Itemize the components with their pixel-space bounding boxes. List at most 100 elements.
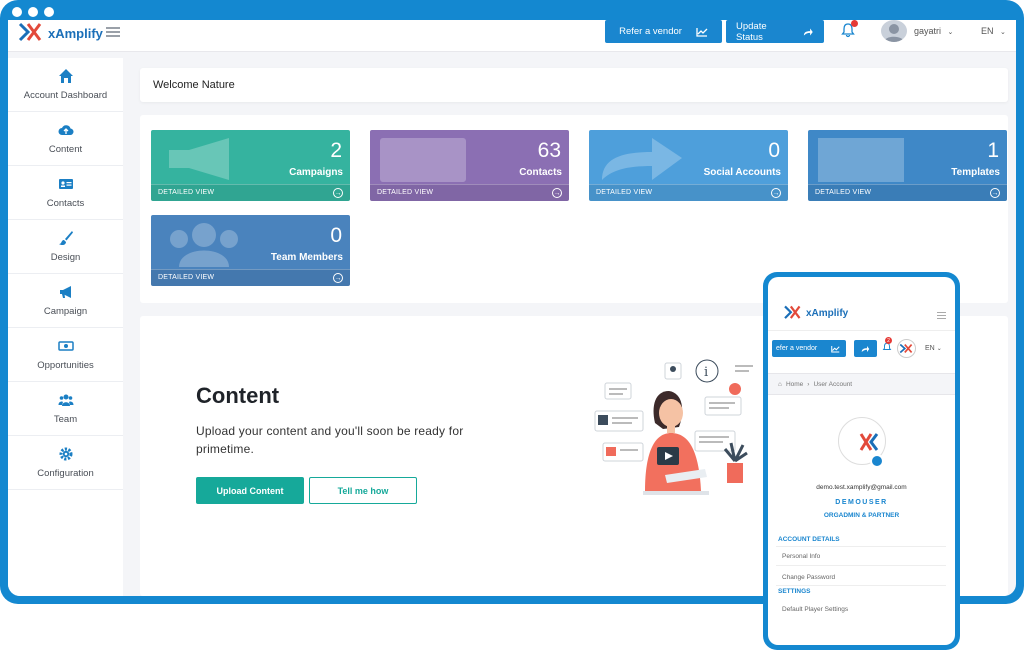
user-menu[interactable]: gayatri ⌄ <box>914 26 953 36</box>
tell-me-how-button[interactable]: Tell me how <box>309 477 417 504</box>
chart-line-icon <box>696 27 708 37</box>
mobile-language-select[interactable]: EN ⌄ <box>925 345 942 352</box>
address-card-icon <box>380 138 466 182</box>
stat-label: Contacts <box>519 167 562 178</box>
detailed-view-link: DETAILED VIEW <box>158 189 215 196</box>
user-silhouette-icon <box>884 24 904 42</box>
detailed-view-link: DETAILED VIEW <box>596 189 653 196</box>
arrow-circle-right-icon: → <box>990 188 1000 198</box>
change-password-link[interactable]: Change Password <box>778 574 948 581</box>
default-player-settings-link[interactable]: Default Player Settings <box>778 606 948 613</box>
xamplify-logo-icon <box>18 22 42 42</box>
mobile-device-frame: xAmplify efer a vendor 2 EN ⌄ ⌂ Home › U… <box>763 272 960 650</box>
upload-content-button[interactable]: Upload Content <box>196 477 304 504</box>
stat-label: Social Accounts <box>703 167 781 178</box>
mobile-update-status-button[interactable] <box>854 340 877 357</box>
top-header: xAmplify Refer a vendor Update Status ga… <box>8 20 1016 52</box>
personal-info-link[interactable]: Personal Info <box>778 553 948 560</box>
update-status-button[interactable]: Update Status <box>726 20 824 43</box>
stat-value: 0 <box>330 224 342 247</box>
stat-footer[interactable]: DETAILED VIEW → <box>151 184 350 201</box>
divider <box>776 546 946 547</box>
stat-card-social-accounts[interactable]: 0 Social Accounts DETAILED VIEW → <box>589 130 788 201</box>
content-creator-illustration: i <box>594 359 753 495</box>
sidebar-item-account-dashboard[interactable]: Account Dashboard <box>8 58 123 112</box>
menu-toggle-icon[interactable] <box>106 27 120 37</box>
stat-card-team-members[interactable]: 0 Team Members DETAILED VIEW → <box>151 215 350 286</box>
breadcrumb: ⌂ Home › User Account <box>768 373 955 395</box>
brand-name: xAmplify <box>48 25 103 41</box>
sidebar-item-campaign[interactable]: Campaign <box>8 274 123 328</box>
mobile-refer-vendor-button[interactable]: efer a vendor <box>772 340 846 357</box>
chevron-down-icon: ⌄ <box>936 346 942 352</box>
stat-footer[interactable]: DETAILED VIEW → <box>151 269 350 286</box>
sidebar-item-label: Campaign <box>43 306 88 317</box>
stat-footer[interactable]: DETAILED VIEW → <box>808 184 1007 201</box>
sidebar-item-design[interactable]: Design <box>8 220 123 274</box>
breadcrumb-current: User Account <box>813 381 853 388</box>
stat-label: Campaigns <box>289 167 343 178</box>
megaphone-icon <box>169 138 229 180</box>
home-icon: ⌂ <box>778 381 782 388</box>
content-title: Content <box>196 383 280 408</box>
sidebar-item-label: Opportunities <box>37 360 94 371</box>
stat-value: 1 <box>987 139 999 162</box>
mobile-screen: xAmplify efer a vendor 2 EN ⌄ ⌂ Home › U… <box>768 277 955 645</box>
share-icon <box>602 138 682 180</box>
users-icon <box>170 223 238 267</box>
settings-heading: SETTINGS <box>778 588 811 595</box>
stat-card-campaigns[interactable]: 2 Campaigns DETAILED VIEW → <box>151 130 350 201</box>
arrow-circle-right-icon: → <box>333 273 343 283</box>
refer-vendor-label: Refer a vendor <box>619 26 682 37</box>
sidebar-item-label: Content <box>48 144 83 155</box>
breadcrumb-items: ⌂ Home › User Account <box>778 381 852 388</box>
welcome-bar: Welcome Nature <box>140 68 1008 102</box>
xamplify-logo-icon <box>899 343 913 354</box>
stat-card-templates[interactable]: 1 Templates DETAILED VIEW → <box>808 130 1007 201</box>
sidebar: Account Dashboard Content Contacts Desig… <box>8 58 123 596</box>
language-value: EN <box>981 26 994 36</box>
breadcrumb-home[interactable]: Home <box>786 381 803 388</box>
notification-badge <box>851 20 858 27</box>
arrow-circle-right-icon: → <box>552 188 562 198</box>
arrow-circle-right-icon: → <box>333 188 343 198</box>
mobile-menu-icon[interactable] <box>937 312 946 319</box>
window-dot <box>12 7 22 17</box>
brand-logo[interactable]: xAmplify <box>16 22 103 44</box>
address-card-icon <box>58 179 73 189</box>
chevron-down-icon: ⌄ <box>947 29 954 36</box>
cloud-upload-icon <box>58 125 74 136</box>
sidebar-item-label: Configuration <box>37 468 94 479</box>
sidebar-item-content[interactable]: Content <box>8 112 123 166</box>
stat-card-contacts[interactable]: 63 Contacts DETAILED VIEW → <box>370 130 569 201</box>
sidebar-item-configuration[interactable]: Configuration <box>8 436 123 490</box>
user-avatar[interactable] <box>881 20 907 42</box>
divider <box>776 585 946 586</box>
refer-vendor-button[interactable]: Refer a vendor <box>605 20 722 43</box>
paint-brush-icon <box>58 231 73 246</box>
detailed-view-link: DETAILED VIEW <box>815 189 872 196</box>
chart-line-icon <box>831 345 840 352</box>
update-status-label: Update Status <box>736 20 767 43</box>
sidebar-item-contacts[interactable]: Contacts <box>8 166 123 220</box>
window-dot <box>44 7 54 17</box>
mobile-user-avatar[interactable] <box>897 339 916 358</box>
envelope-icon <box>818 138 904 182</box>
stat-value: 63 <box>537 139 561 162</box>
stat-value: 0 <box>768 139 780 162</box>
stat-footer[interactable]: DETAILED VIEW → <box>589 184 788 201</box>
language-select[interactable]: EN ⌄ <box>981 26 1006 36</box>
sidebar-item-team[interactable]: Team <box>8 382 123 436</box>
breadcrumb-separator: › <box>807 381 810 388</box>
detailed-view-link: DETAILED VIEW <box>377 189 434 196</box>
stat-footer[interactable]: DETAILED VIEW → <box>370 184 569 201</box>
chevron-down-icon: ⌄ <box>1000 29 1006 36</box>
sidebar-item-opportunities[interactable]: Opportunities <box>8 328 123 382</box>
money-bill-icon <box>57 341 74 351</box>
share-icon <box>861 345 870 352</box>
user-role: ORGADMIN & PARTNER <box>823 512 900 519</box>
notification-badge: 2 <box>885 337 892 344</box>
mobile-brand-logo[interactable]: xAmplify <box>782 305 848 321</box>
detailed-view-link: DETAILED VIEW <box>158 274 215 281</box>
camera-icon[interactable] <box>870 454 884 468</box>
